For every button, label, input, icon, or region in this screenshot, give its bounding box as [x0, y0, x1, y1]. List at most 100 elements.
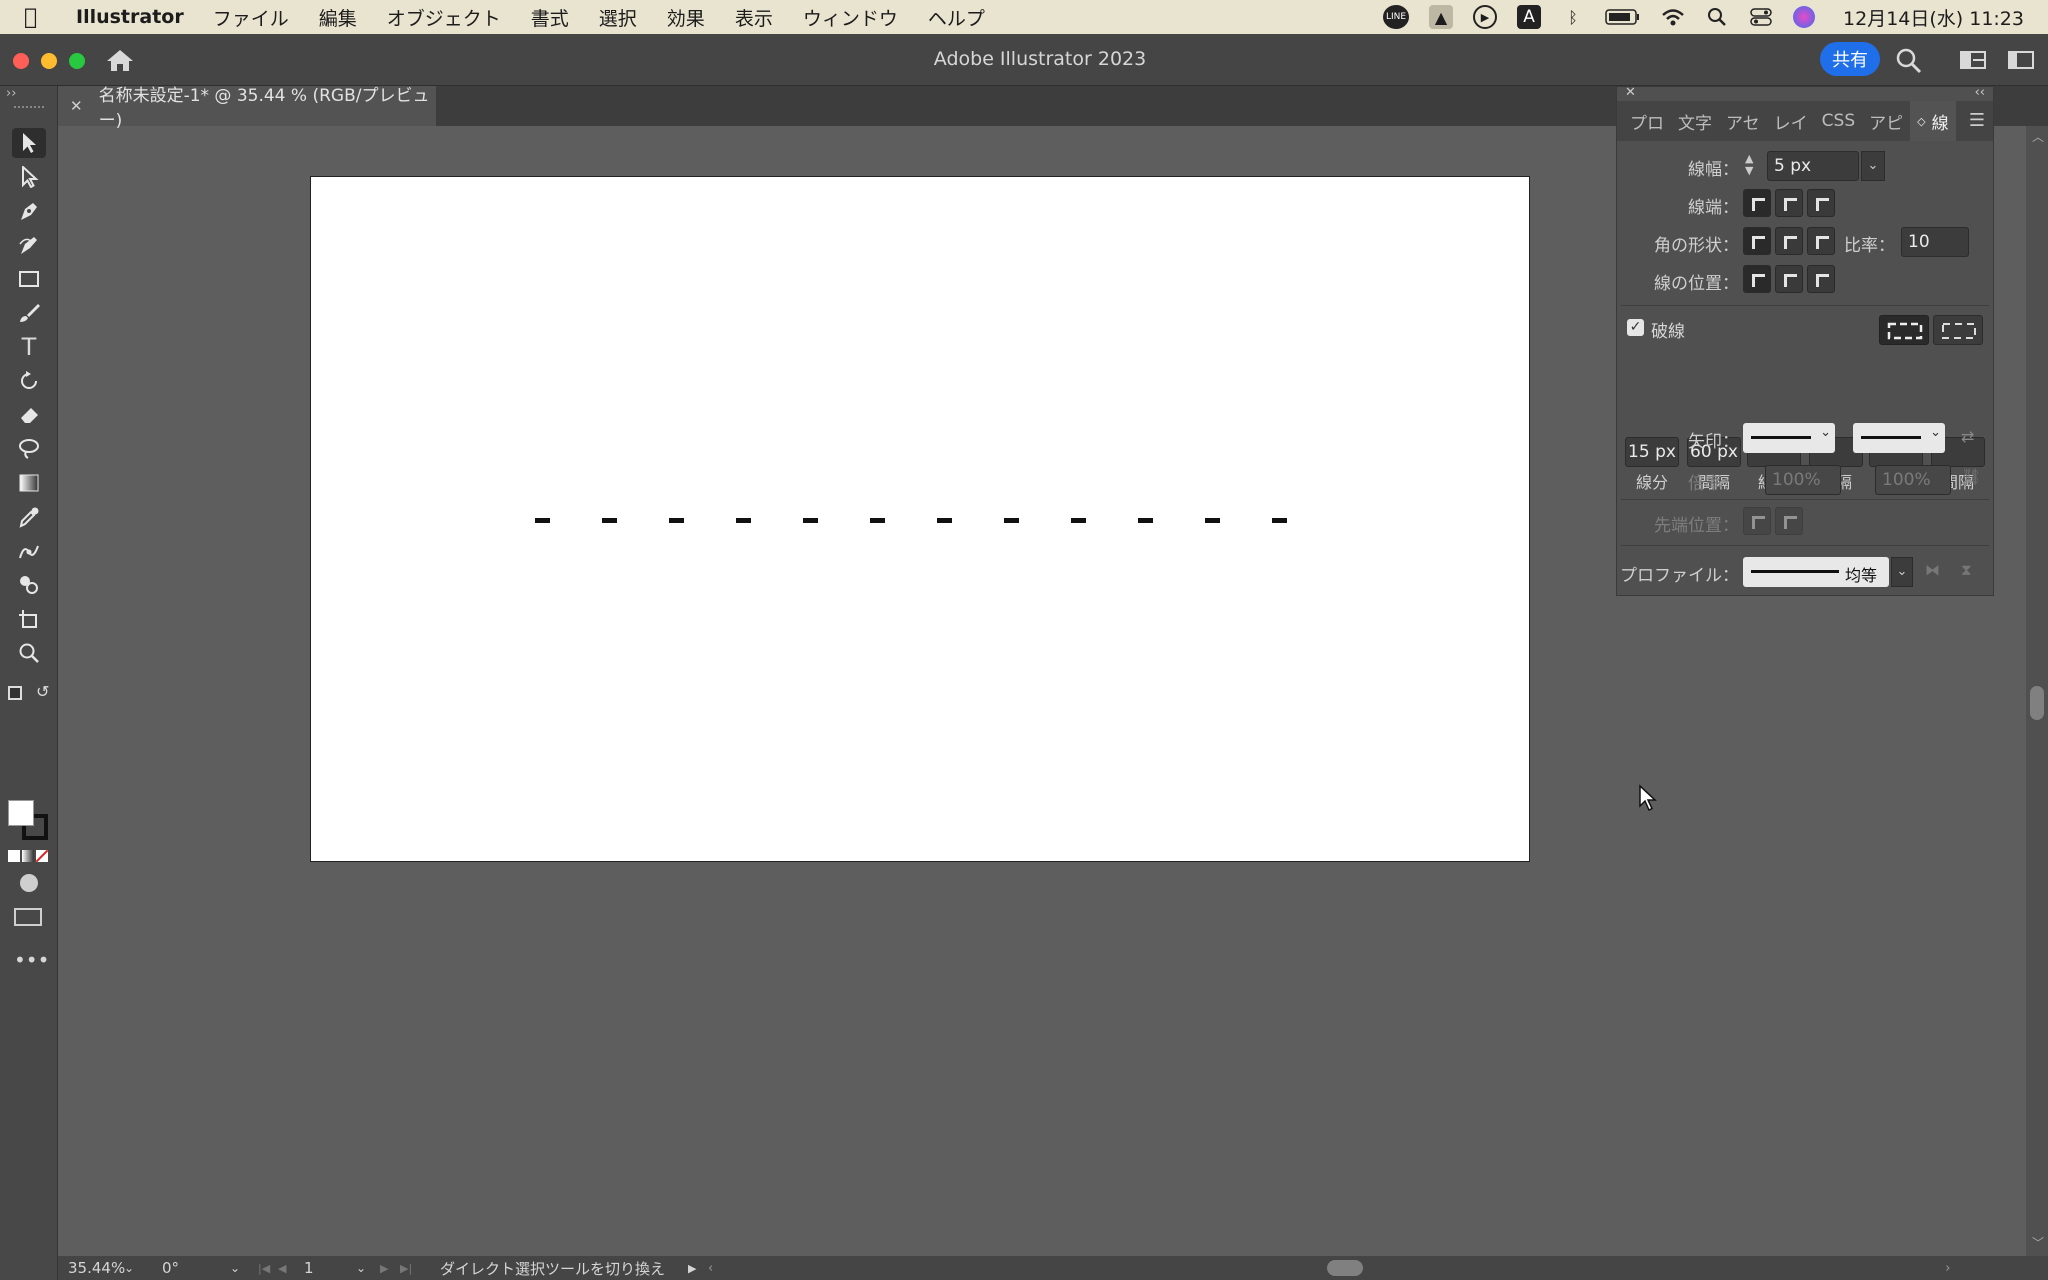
profile-select[interactable]: 均等	[1743, 557, 1889, 587]
rotate-tool-icon[interactable]	[12, 366, 46, 396]
artboard-number-field[interactable]: 1	[304, 1259, 356, 1277]
control-center-icon[interactable]	[1749, 5, 1773, 29]
align-inside-button[interactable]	[1775, 265, 1803, 293]
next-artboard-icon[interactable]: ▶	[380, 1262, 400, 1275]
tab-assets[interactable]: アセ	[1719, 109, 1767, 134]
dash-segment[interactable]	[602, 518, 617, 523]
toolbar-collapse-icon[interactable]: ››	[6, 86, 16, 101]
dash-segment[interactable]	[736, 518, 751, 523]
link-scale-icon[interactable]: ⛓	[1961, 467, 1981, 486]
limit-input[interactable]: 10	[1901, 227, 1969, 257]
eyedropper-tool-icon[interactable]	[12, 502, 46, 532]
dash-segment[interactable]	[937, 518, 952, 523]
siri-icon[interactable]	[1793, 6, 1816, 28]
search-icon[interactable]	[1705, 5, 1729, 29]
flip-vertical-icon[interactable]: ⧗	[1961, 561, 1972, 579]
menu-window[interactable]: ウィンドウ	[803, 4, 898, 31]
swap-arrowheads-icon[interactable]: ⇄	[1961, 427, 1974, 446]
menu-edit[interactable]: 編集	[319, 4, 357, 31]
vertical-scroll-thumb[interactable]	[2030, 686, 2044, 720]
apple-icon[interactable]: 	[24, 5, 58, 30]
artboard-tool-icon[interactable]	[12, 604, 46, 634]
preserve-dash-button[interactable]	[1879, 315, 1929, 345]
scroll-left-icon[interactable]: ‹	[708, 1261, 713, 1276]
align-dash-button[interactable]	[1933, 315, 1983, 345]
selection-tool-icon[interactable]	[12, 128, 46, 158]
scroll-right-icon[interactable]: ›	[1945, 1261, 1950, 1276]
tip-extend-button[interactable]	[1743, 507, 1771, 535]
menu-object[interactable]: オブジェクト	[387, 4, 501, 31]
paintbrush-tool-icon[interactable]	[12, 298, 46, 328]
share-button[interactable]: 共有	[1820, 42, 1880, 76]
panel-close-icon[interactable]: ✕	[1625, 85, 1636, 100]
dash-segment[interactable]	[669, 518, 684, 523]
dash-segment[interactable]	[803, 518, 818, 523]
color-mode-icon[interactable]	[8, 850, 48, 864]
dash-segment[interactable]	[870, 518, 885, 523]
tab-appearance[interactable]: アピ	[1862, 109, 1910, 134]
align-outside-button[interactable]	[1807, 265, 1835, 293]
lasso-tool-icon[interactable]	[12, 434, 46, 464]
wifi-icon[interactable]	[1661, 5, 1685, 29]
artboard-dropdown-icon[interactable]: ⌄	[356, 1261, 380, 1275]
rectangle-tool-icon[interactable]	[12, 264, 46, 294]
weight-stepper-icon[interactable]: ▲ ▼	[1745, 153, 1753, 177]
menu-app-name[interactable]: Illustrator	[76, 6, 184, 28]
drive-icon[interactable]: ▲	[1429, 5, 1454, 29]
profile-dropdown-icon[interactable]: ⌄	[1891, 557, 1913, 587]
align-center-button[interactable]	[1743, 265, 1771, 293]
flip-horizontal-icon[interactable]: ⧓	[1925, 561, 1940, 579]
scroll-down-icon[interactable]: ﹀	[2032, 1234, 2044, 1251]
last-artboard-icon[interactable]: ▶|	[400, 1262, 440, 1275]
start-scale-input[interactable]: 100%	[1765, 465, 1841, 495]
start-arrowhead-select[interactable]: ⌄	[1743, 423, 1835, 453]
screen-mode-icon[interactable]	[14, 908, 42, 926]
round-cap-button[interactable]	[1775, 189, 1803, 217]
curvature-tool-icon[interactable]	[12, 230, 46, 260]
tab-character[interactable]: 文字	[1671, 109, 1719, 134]
weight-input[interactable]: 5 px	[1767, 151, 1859, 181]
fill-swatch[interactable]	[8, 800, 34, 826]
rotation-field[interactable]: 0°	[162, 1259, 230, 1277]
zoom-level-field[interactable]: 35.44%	[68, 1259, 125, 1277]
pen-tool-icon[interactable]	[12, 196, 46, 226]
rotation-dropdown-icon[interactable]: ⌄	[230, 1261, 250, 1275]
tab-css[interactable]: CSS	[1815, 111, 1862, 131]
zoom-window-button[interactable]	[69, 53, 85, 69]
search-icon[interactable]	[1896, 48, 1922, 78]
gradient-tool-icon[interactable]	[12, 468, 46, 498]
minimize-window-button[interactable]	[41, 53, 57, 69]
weight-dropdown-icon[interactable]: ⌄	[1861, 151, 1885, 181]
dashed-line-path[interactable]	[311, 177, 1531, 863]
dash-segment[interactable]	[1004, 518, 1019, 523]
type-tool-icon[interactable]: T	[12, 332, 46, 362]
play-icon[interactable]: ▶	[1473, 5, 1498, 29]
default-colors-icon[interactable]	[8, 686, 22, 700]
zoom-dropdown-icon[interactable]: ⌄	[124, 1261, 144, 1275]
clock[interactable]: 12月14日(水) 11:23	[1843, 4, 2024, 31]
workspace-icon[interactable]	[2008, 50, 2034, 74]
artboard[interactable]	[310, 176, 1530, 862]
bevel-join-button[interactable]	[1807, 227, 1835, 255]
line-icon[interactable]: LINE	[1383, 5, 1410, 29]
more-tools-icon[interactable]: •••	[14, 948, 49, 972]
menu-file[interactable]: ファイル	[213, 4, 289, 31]
battery-icon[interactable]	[1605, 5, 1641, 29]
puppet-warp-tool-icon[interactable]	[12, 536, 46, 566]
home-icon[interactable]	[106, 48, 134, 76]
swap-colors-icon[interactable]: ↺	[36, 682, 49, 701]
document-tab[interactable]: ✕ 名称未設定-1* @ 35.44 % (RGB/プレビュー)	[58, 86, 436, 131]
panel-collapse-icon[interactable]: ‹‹	[1975, 85, 1985, 100]
dash-segment[interactable]	[1205, 518, 1220, 523]
horizontal-scroll-thumb[interactable]	[1327, 1260, 1364, 1276]
dash-segment[interactable]	[1138, 518, 1153, 523]
draw-mode-icon[interactable]	[20, 874, 38, 892]
projecting-cap-button[interactable]	[1807, 189, 1835, 217]
shape-builder-tool-icon[interactable]	[12, 570, 46, 600]
round-join-button[interactable]	[1775, 227, 1803, 255]
tab-properties[interactable]: プロ	[1623, 109, 1671, 134]
tip-place-button[interactable]	[1775, 507, 1803, 535]
zoom-tool-icon[interactable]	[12, 638, 46, 668]
scroll-up-icon[interactable]: ︿	[2032, 128, 2044, 145]
dash-segment[interactable]	[1071, 518, 1086, 523]
